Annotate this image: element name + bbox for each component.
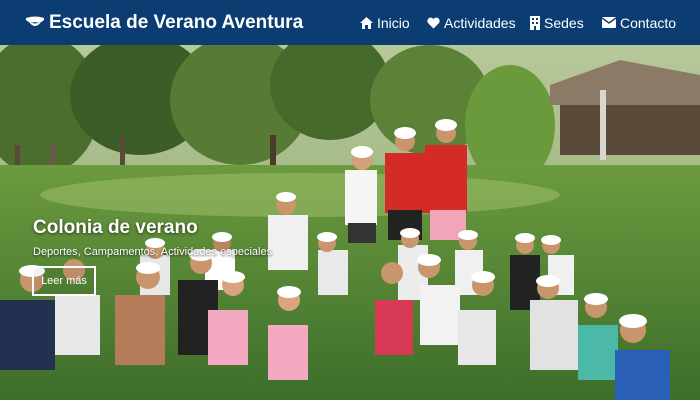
nav-item-sedes[interactable]: Sedes bbox=[530, 0, 584, 45]
nav-item-contacto[interactable]: Contacto bbox=[602, 0, 676, 45]
nav-label: Contacto bbox=[620, 14, 677, 31]
nav-label: Inicio bbox=[377, 14, 410, 31]
read-more-button[interactable]: Leer más bbox=[32, 266, 96, 296]
nav-item-inicio[interactable]: Inicio bbox=[360, 0, 410, 45]
navbar: Escuela de Verano Aventura Inicio Activi… bbox=[0, 0, 700, 45]
mustache-icon bbox=[26, 16, 44, 26]
brand-title: Escuela de Verano Aventura bbox=[49, 11, 304, 33]
hero-carousel: Colonia de verano Deportes, Campamentos,… bbox=[0, 45, 700, 400]
heart-icon bbox=[427, 17, 440, 28]
hero-title: Colonia de verano bbox=[33, 217, 198, 238]
nav-label: Sedes bbox=[544, 14, 584, 31]
envelope-icon bbox=[602, 17, 616, 28]
brand[interactable]: Escuela de Verano Aventura bbox=[25, 0, 303, 45]
home-icon bbox=[360, 16, 373, 29]
building-icon bbox=[530, 15, 540, 30]
hero-subtitle: Deportes, Campamentos, Actividades espec… bbox=[33, 246, 273, 258]
nav-label: Actividades bbox=[444, 14, 516, 31]
nav-item-actividades[interactable]: Actividades bbox=[427, 0, 516, 45]
